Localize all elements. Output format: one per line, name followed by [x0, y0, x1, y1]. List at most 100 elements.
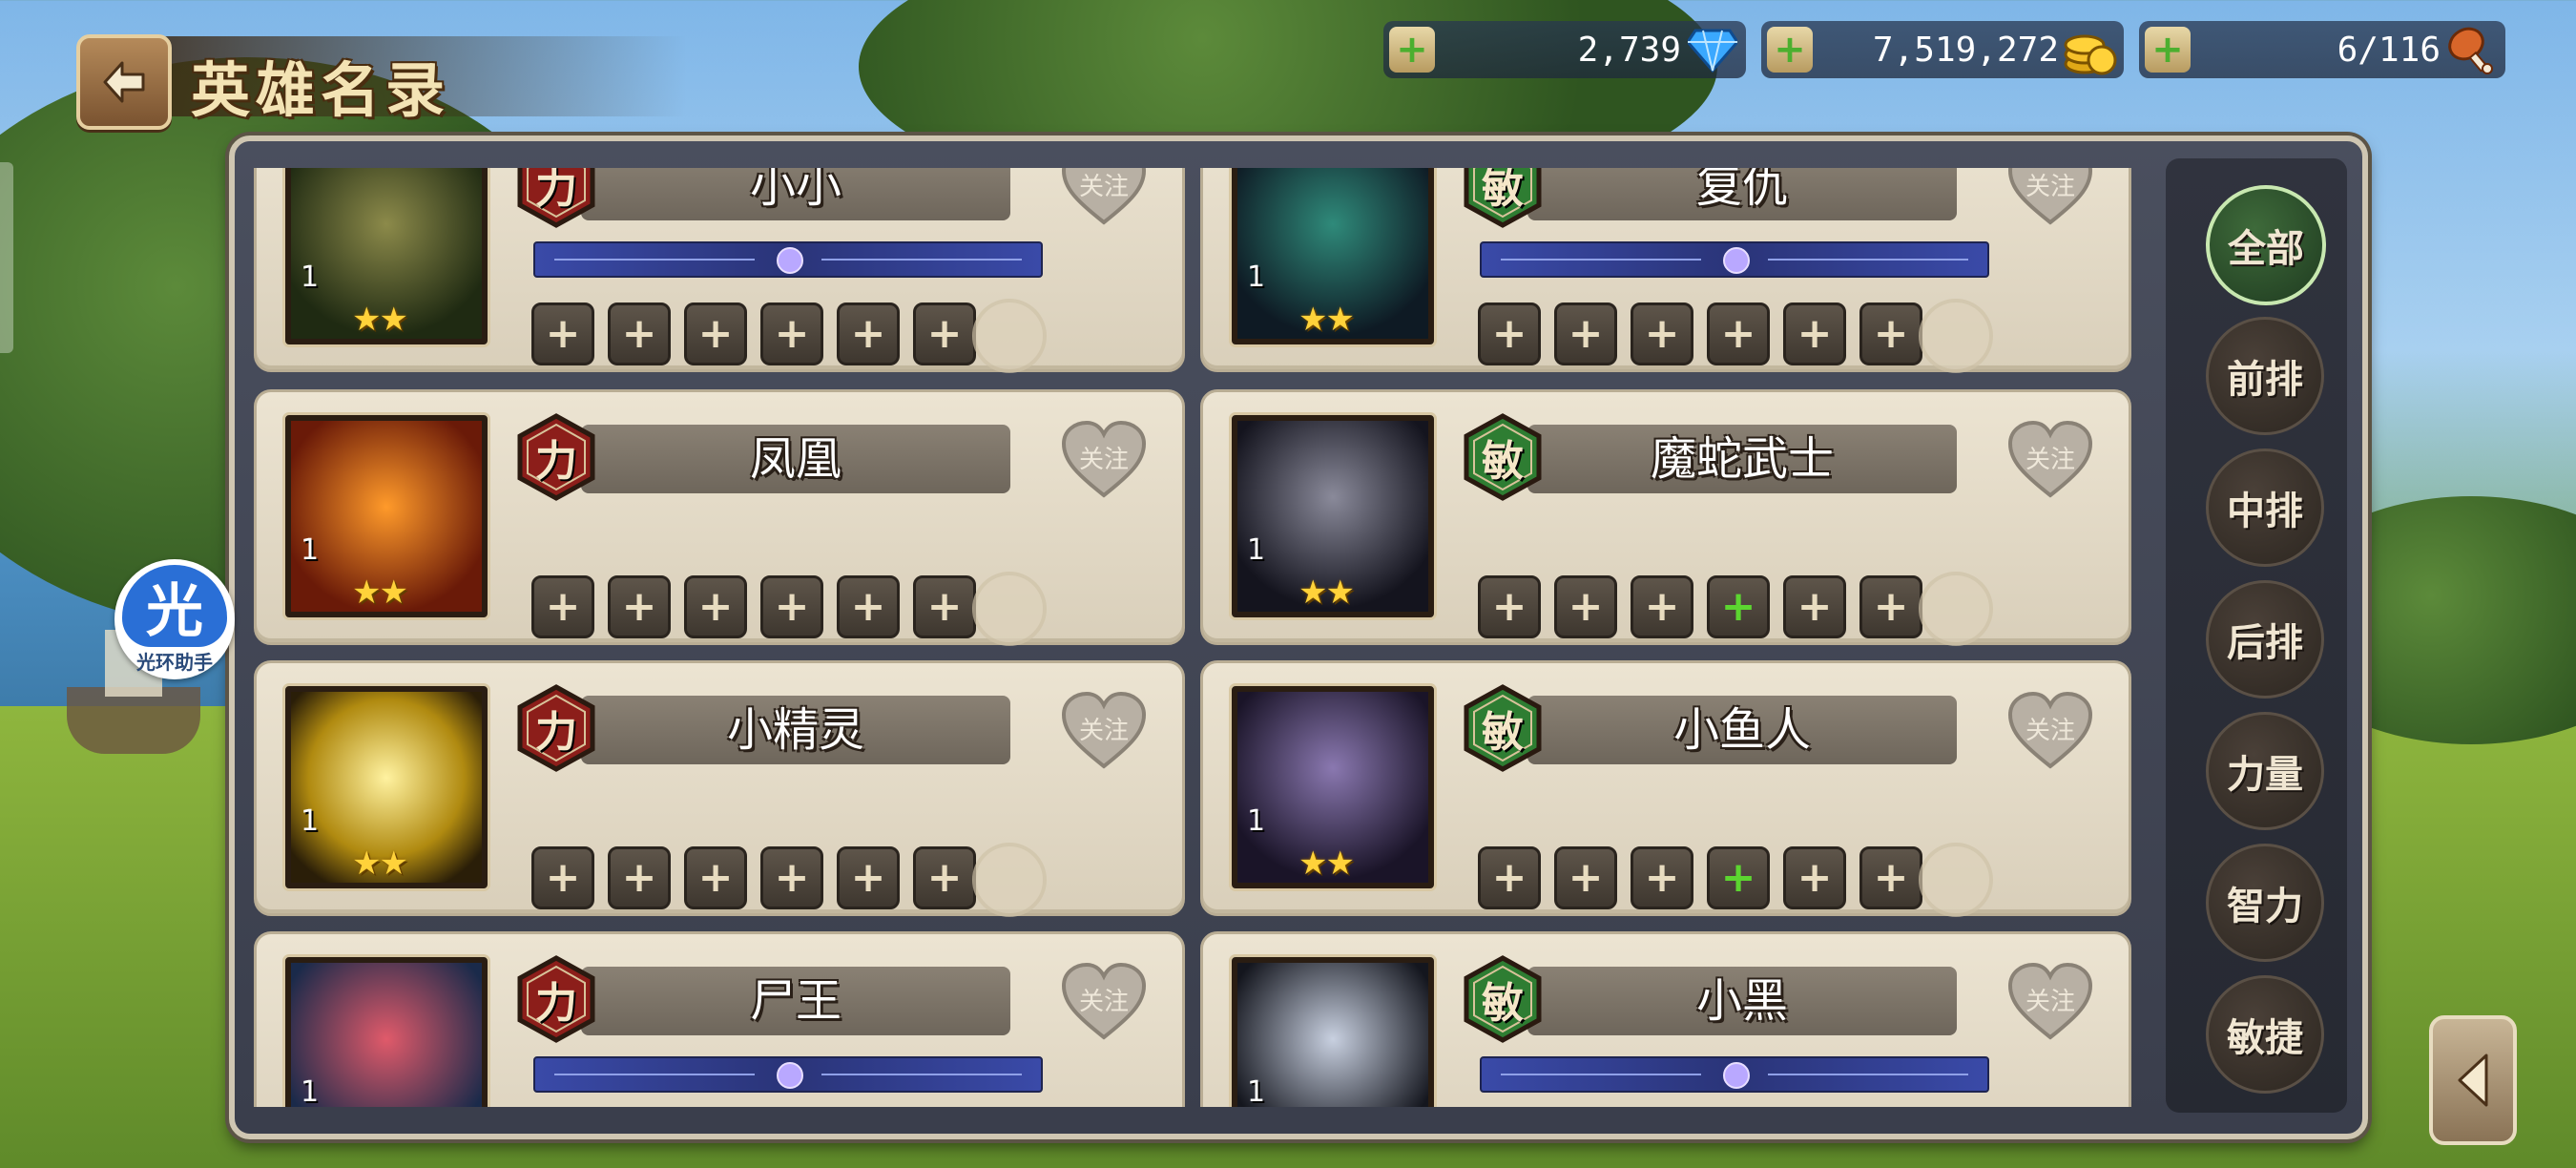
hero-portrait[interactable]: 1 ★★ [1232, 168, 1434, 344]
follow-heart-button[interactable]: 关注 [2005, 959, 2096, 1043]
hero-portrait[interactable]: 1 ★★ [285, 415, 488, 617]
empty-gem-slot[interactable] [972, 572, 1047, 646]
filter-tab[interactable]: 后排 [2206, 580, 2324, 699]
empty-gem-slot[interactable] [1919, 299, 1993, 373]
equipment-slot[interactable]: + [1783, 575, 1846, 638]
follow-heart-button[interactable]: 关注 [1058, 168, 1150, 228]
add-stamina-button[interactable]: + [2145, 27, 2191, 73]
attribute-label: 力 [535, 979, 577, 1028]
equipment-slot[interactable]: + [1859, 846, 1922, 909]
equipment-slot[interactable]: + [1554, 575, 1617, 638]
hero-portrait[interactable]: 1 ★★ [285, 686, 488, 888]
equipment-slot[interactable]: + [1478, 302, 1541, 365]
lock-icon [777, 1062, 803, 1089]
edge-pull-tab[interactable] [0, 162, 13, 353]
follow-heart-button[interactable]: 关注 [1058, 417, 1150, 501]
collapse-panel-button[interactable] [2429, 1015, 2517, 1145]
filter-tab[interactable]: 中排 [2206, 448, 2324, 567]
equipment-slot[interactable]: + [1631, 575, 1693, 638]
equipment-slot[interactable]: + [1478, 575, 1541, 638]
equipment-slot[interactable]: + [1554, 846, 1617, 909]
hero-card[interactable]: 1 ★★ 力 小小 关注 + + + + + + [254, 168, 1185, 373]
equipment-slot[interactable]: + [531, 846, 594, 909]
follow-heart-button[interactable]: 关注 [1058, 688, 1150, 772]
equipment-slot[interactable]: + [760, 302, 823, 365]
hero-card[interactable]: 1 ★★ 力 凤凰 关注 + + + + + + [254, 389, 1185, 646]
hero-card[interactable]: 1 ★★ 敏 魔蛇武士 关注 + + + + + + [1200, 389, 2131, 646]
hero-card[interactable]: 1 ★★ 力 小精灵 关注 + + + + + + [254, 660, 1185, 917]
equipment-slot[interactable]: + [1783, 302, 1846, 365]
equipment-slot[interactable]: + [837, 302, 900, 365]
equipment-slot[interactable]: + [1783, 846, 1846, 909]
plus-icon: + [697, 309, 734, 358]
equipment-slot[interactable]: + [531, 575, 594, 638]
equipment-slot[interactable]: + [684, 846, 747, 909]
hero-card[interactable]: 1 ★★ 敏 复仇 关注 + + + + + + [1200, 168, 2131, 373]
hero-portrait[interactable]: 1 ★★ [1232, 415, 1434, 617]
filter-tab-label: 力量 [2227, 753, 2303, 797]
hero-card[interactable]: 1 敏 小黑 关注 ++++++ [1200, 931, 2131, 1107]
star-rating-icon: ★★ [352, 845, 408, 883]
equipment-slot[interactable]: + [1554, 302, 1617, 365]
equipment-slot[interactable]: + [1707, 302, 1770, 365]
equipment-slot[interactable]: + [1631, 302, 1693, 365]
back-button[interactable] [76, 34, 172, 130]
equipment-slot[interactable]: + [913, 302, 976, 365]
equipment-slot[interactable]: + [1478, 846, 1541, 909]
follow-heart-button[interactable]: 关注 [2005, 688, 2096, 772]
plus-icon: + [850, 582, 886, 631]
hero-name: 小黑 [1695, 974, 1788, 1028]
plus-icon: + [621, 582, 657, 631]
equipment-slot[interactable]: + [1859, 302, 1922, 365]
equipment-slot[interactable]: + [684, 302, 747, 365]
equipment-slot[interactable]: + [760, 575, 823, 638]
filter-tab[interactable]: 前排 [2206, 317, 2324, 435]
empty-gem-slot[interactable] [972, 299, 1047, 373]
equipment-slot[interactable]: + [1859, 575, 1922, 638]
follow-heart-button[interactable]: 关注 [2005, 417, 2096, 501]
filter-tab[interactable]: 全部 [2206, 185, 2326, 305]
add-gold-button[interactable]: + [1767, 27, 1813, 73]
hero-portrait[interactable]: 1 ★★ [285, 168, 488, 344]
plus-icon: + [774, 853, 810, 902]
equipment-slot[interactable]: + [837, 575, 900, 638]
equipment-slot[interactable]: + [837, 846, 900, 909]
filter-tab[interactable]: 力量 [2206, 712, 2324, 830]
hero-portrait[interactable]: 1 ★★ [1232, 686, 1434, 888]
hero-level: 1 [301, 533, 320, 567]
equipment-slot[interactable]: + [531, 302, 594, 365]
equipment-slot[interactable]: + [608, 302, 671, 365]
hero-list-scroll[interactable]: 1 ★★ 力 小小 关注 + + + + + + 1 ★★ 敏 复仇 关注 + … [254, 168, 2152, 1107]
plus-icon: + [1797, 309, 1833, 358]
plus-icon: + [1644, 309, 1680, 358]
star-rating-icon: ★★ [1298, 845, 1355, 883]
equipment-slot[interactable]: + [760, 846, 823, 909]
filter-tab[interactable]: 智力 [2206, 844, 2324, 962]
equipment-slot[interactable]: + [913, 575, 976, 638]
hero-card[interactable]: 1 ★★ 敏 小鱼人 关注 + + + + + + [1200, 660, 2131, 917]
lock-icon [1723, 1062, 1750, 1089]
follow-heart-button[interactable]: 关注 [2005, 168, 2096, 228]
equipment-slots: + + + + + + [531, 575, 976, 638]
empty-gem-slot[interactable] [1919, 843, 1993, 917]
hero-portrait[interactable]: 1 [1232, 957, 1434, 1107]
equipment-slot[interactable]: + [608, 575, 671, 638]
halo-assistant-button[interactable]: 光 光环助手 [114, 559, 235, 679]
equipment-slot[interactable]: + [1707, 575, 1770, 638]
hero-card[interactable]: 1 力 尸王 关注 ++++++ [254, 931, 1185, 1107]
equipment-slot[interactable]: + [1707, 846, 1770, 909]
hero-portrait[interactable]: 1 [285, 957, 488, 1107]
star-rating-icon: ★★ [1298, 301, 1355, 339]
empty-gem-slot[interactable] [1919, 572, 1993, 646]
empty-gem-slot[interactable] [972, 843, 1047, 917]
equipment-slot[interactable]: + [608, 846, 671, 909]
filter-tab[interactable]: 敏捷 [2206, 975, 2324, 1094]
equipment-slot[interactable]: + [684, 575, 747, 638]
follow-heart-button[interactable]: 关注 [1058, 959, 1150, 1043]
equipment-slot[interactable]: + [1631, 846, 1693, 909]
plus-icon: + [1491, 853, 1527, 902]
equipment-slot[interactable]: + [913, 846, 976, 909]
halo-icon-text: 光 [146, 577, 203, 645]
add-diamonds-button[interactable]: + [1389, 27, 1435, 73]
hero-portrait-art [291, 963, 482, 1107]
